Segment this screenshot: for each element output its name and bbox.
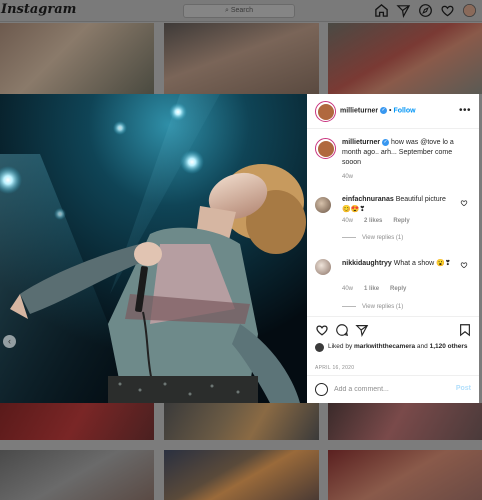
share-direct-icon[interactable] — [355, 323, 369, 337]
activity-heart-icon[interactable] — [440, 3, 455, 18]
comment-body: What a show 😮❣ — [393, 260, 451, 267]
commenter-avatar[interactable] — [315, 259, 331, 275]
comment-username[interactable]: nikkidaughtryy — [342, 260, 392, 267]
liked-by-user[interactable]: markwiththecamera — [354, 343, 415, 350]
comment-reply-button[interactable]: Reply — [390, 286, 406, 292]
previous-post-arrow[interactable]: ‹ — [3, 335, 16, 348]
post-details-panel: millieturner ✓ • Follow ••• millieturner… — [307, 94, 479, 403]
comment-meta: 40w 1 like Reply — [342, 286, 406, 292]
comment-text: nikkidaughtryy What a show 😮❣ — [342, 259, 454, 269]
author-username[interactable]: millieturner — [340, 107, 378, 114]
verified-badge-icon: ✓ — [382, 138, 390, 146]
liked-by-avatar[interactable] — [315, 343, 324, 352]
comment-likes[interactable]: 1 like — [364, 286, 379, 292]
liked-by-text: Liked by markwiththecamera and 1,120 oth… — [328, 342, 473, 351]
grid-tile[interactable] — [328, 403, 482, 440]
profile-avatar[interactable] — [462, 3, 477, 18]
caption-username[interactable]: millieturner — [342, 139, 380, 146]
top-navigation: Instagram ⌕ Search — [0, 0, 482, 22]
emoji-icon[interactable] — [315, 383, 328, 396]
direct-icon[interactable] — [396, 3, 411, 18]
caption-author-avatar[interactable] — [315, 138, 336, 159]
grid-tile[interactable] — [0, 23, 154, 94]
follow-button[interactable]: Follow — [393, 107, 415, 114]
comments-list[interactable]: millieturner ✓ how was @tove lo a month … — [307, 130, 479, 316]
post-comment-button[interactable]: Post — [456, 385, 471, 392]
comment-age[interactable]: 40w — [342, 218, 353, 224]
like-comment-heart-icon[interactable] — [460, 261, 468, 269]
grid-tile[interactable] — [164, 23, 319, 94]
comment-reply-button[interactable]: Reply — [393, 218, 409, 224]
liked-by-conj: and — [416, 343, 428, 350]
caption-meta: 40w — [342, 174, 353, 180]
author-avatar[interactable] — [315, 101, 336, 122]
comment-age[interactable]: 40w — [342, 286, 353, 292]
grid-tile[interactable] — [164, 450, 319, 500]
view-replies-button[interactable]: View replies (1) — [342, 235, 403, 241]
comment-username[interactable]: einfachnuranas — [342, 196, 394, 203]
comment-bubble-icon[interactable] — [335, 323, 349, 337]
caption-age[interactable]: 40w — [342, 174, 353, 180]
search-input[interactable]: ⌕ Search — [183, 4, 295, 18]
instagram-logo[interactable]: Instagram — [1, 2, 76, 17]
search-placeholder: Search — [230, 7, 254, 14]
grid-tile[interactable] — [0, 450, 154, 500]
verified-badge-icon: ✓ — [380, 107, 388, 114]
comment-text: einfachnuranas Beautiful picture 😊😍❣ — [342, 195, 454, 215]
grid-tile[interactable] — [0, 403, 154, 440]
comment-item: nikkidaughtryy What a show 😮❣ 40w 1 like… — [315, 259, 471, 316]
like-comment-heart-icon[interactable] — [460, 199, 468, 207]
post-actions: Liked by markwiththecamera and 1,120 oth… — [307, 316, 479, 371]
concert-photo-image — [0, 94, 307, 403]
post-date[interactable]: APRIL 16, 2020 — [315, 365, 354, 371]
view-replies-label: View replies (1) — [362, 235, 404, 241]
grid-tile[interactable] — [328, 450, 482, 500]
grid-tile[interactable] — [164, 403, 319, 440]
view-replies-label: View replies (1) — [362, 304, 404, 310]
view-replies-button[interactable]: View replies (1) — [342, 304, 403, 310]
like-heart-icon[interactable] — [315, 323, 329, 337]
post-header: millieturner ✓ • Follow ••• — [307, 94, 479, 129]
home-icon[interactable] — [374, 3, 389, 18]
more-options-icon[interactable]: ••• — [459, 105, 471, 116]
caption: millieturner ✓ how was @tove lo a month … — [315, 138, 471, 188]
nav-icons — [374, 3, 477, 18]
caption-text: millieturner ✓ how was @tove lo a month … — [342, 138, 472, 168]
add-comment-input[interactable] — [334, 382, 444, 396]
explore-icon[interactable] — [418, 3, 433, 18]
grid-tile[interactable] — [328, 23, 482, 94]
header-separator: • — [389, 107, 392, 115]
comment-likes[interactable]: 2 likes — [364, 218, 382, 224]
commenter-avatar[interactable] — [315, 197, 331, 213]
comment-item: einfachnuranas Beautiful picture 😊😍❣ 40w… — [315, 195, 471, 253]
comment-meta: 40w 2 likes Reply — [342, 218, 410, 224]
add-comment-bar: Post — [307, 375, 479, 403]
save-bookmark-icon[interactable] — [458, 323, 472, 337]
liked-by-others[interactable]: 1,120 others — [430, 343, 468, 350]
liked-by-prefix: Liked by — [328, 343, 353, 350]
post-photo[interactable]: ‹ — [0, 94, 307, 403]
